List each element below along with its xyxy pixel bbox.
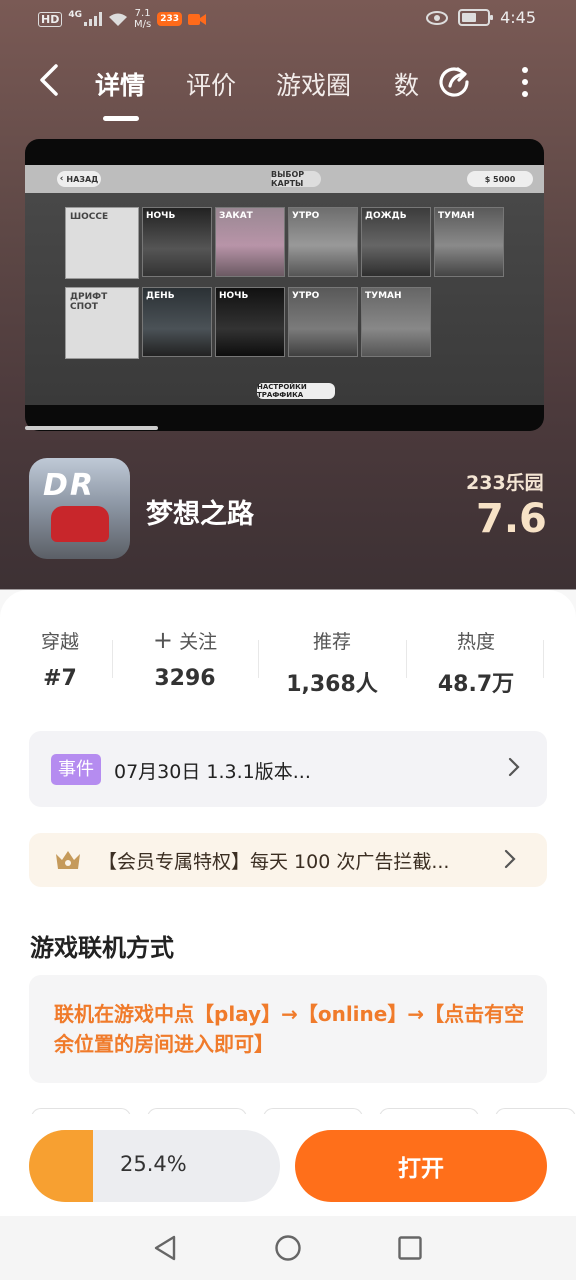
wifi-icon xyxy=(109,13,127,26)
tab-reviews[interactable]: 评价 xyxy=(186,66,236,102)
hd-badge: HD xyxy=(38,11,63,27)
system-navigation-bar xyxy=(0,1216,576,1280)
app-score: 7.6 xyxy=(476,496,547,542)
status-bar: HD 4G 7.1 M/s 233 4:45 xyxy=(0,0,576,40)
online-instructions: 联机在游戏中点【play】→【online】→【点击有空余位置的房间进入即可】 xyxy=(54,1002,525,1056)
screenshot-money: $ 5000 xyxy=(467,171,533,187)
status-left: HD 4G 7.1 M/s 233 xyxy=(38,8,207,30)
stat-label: 推荐 xyxy=(312,631,351,653)
chevron-right-icon xyxy=(507,756,521,784)
back-button[interactable] xyxy=(34,62,74,102)
dot-icon xyxy=(522,91,528,97)
tab-data[interactable]: 数 xyxy=(394,66,419,102)
network-speed: 7.1 M/s xyxy=(134,8,151,30)
screenshot-thumb: ЗАКАТ xyxy=(215,207,285,277)
stat-value: 48.7万 xyxy=(437,672,515,697)
tab-game-circle[interactable]: 游戏圈 xyxy=(276,66,351,102)
stat-label-follow: + 关注 xyxy=(115,627,255,654)
home-circle-icon[interactable] xyxy=(274,1234,302,1262)
stat-recommend: 推荐 1,368人 xyxy=(262,627,402,698)
stat-divider xyxy=(112,640,113,678)
plus-icon: + xyxy=(152,626,174,654)
event-text: 07月30日 1.3.1版本... xyxy=(114,761,311,783)
online-section-title: 游戏联机方式 xyxy=(30,934,174,962)
active-tab-indicator xyxy=(103,116,139,121)
stat-divider xyxy=(258,640,259,678)
carousel-progress xyxy=(25,426,158,430)
event-tag: 事件 xyxy=(51,754,101,785)
open-button[interactable]: 打开 xyxy=(295,1130,547,1202)
recents-square-icon[interactable] xyxy=(397,1235,423,1261)
more-options-button[interactable] xyxy=(515,64,535,100)
share-icon xyxy=(439,67,469,97)
screenshot-thumb: УТРО xyxy=(288,207,358,277)
screenshot-thumb: ДОЖДЬ xyxy=(361,207,431,277)
screenshot-back-label: НАЗАД xyxy=(66,174,99,184)
stat-heat: 热度 48.7万 xyxy=(406,627,546,698)
share-button[interactable] xyxy=(434,62,474,102)
speed-value: 7.1 xyxy=(134,8,151,19)
clock: 4:45 xyxy=(500,8,536,27)
screenshot-row-label: ШОССЕ xyxy=(65,207,139,279)
crown-icon xyxy=(54,848,82,872)
app-notification-badge: 233 xyxy=(157,12,183,26)
stat-traverse: 穿越 #7 xyxy=(0,627,130,691)
screenshot-thumb: ДЕНЬ xyxy=(142,287,212,357)
screenshot-thumb: НОЧЬ xyxy=(142,207,212,277)
speed-unit: M/s xyxy=(134,19,152,30)
screenshot-traffic-button: НАСТРОЙКИ ТРАФФИКА xyxy=(257,383,335,399)
download-progress-fill xyxy=(29,1130,93,1202)
screenshot-thumb: ТУМАН xyxy=(361,287,431,357)
stat-follow[interactable]: + 关注 3296 xyxy=(115,627,255,691)
screenshot-back: ‹ НАЗАД xyxy=(57,171,101,187)
signal-icon xyxy=(84,12,102,26)
stat-label: 穿越 xyxy=(40,631,79,653)
stat-divider xyxy=(543,640,544,678)
screenshot-thumb: НОЧЬ xyxy=(215,287,285,357)
vip-text: 【会员专属特权】每天 100 次广告拦截... xyxy=(98,851,450,873)
screenshot-thumb: ТУМАН xyxy=(434,207,504,277)
platform-label: 233乐园 xyxy=(466,472,544,494)
app-icon: DR xyxy=(29,458,130,559)
stat-value: 3296 xyxy=(154,666,216,691)
tab-details[interactable]: 详情 xyxy=(95,66,145,102)
car-icon xyxy=(51,506,109,542)
app-icon-logo: DR xyxy=(43,468,96,503)
stat-value: 1,368人 xyxy=(286,672,378,697)
battery-icon xyxy=(458,9,494,26)
chevron-left-icon xyxy=(40,64,58,96)
screenshot-row-drift: ДРИФТ СПОТ ДЕНЬ НОЧЬ УТРО ТУМАН xyxy=(65,287,431,359)
screenshot-title: ВЫБОР КАРТЫ xyxy=(271,170,321,188)
download-progress-text: 25.4% xyxy=(120,1152,187,1176)
status-right: 4:45 xyxy=(426,8,536,27)
stat-value: #7 xyxy=(43,666,77,691)
screenshot-row-highway: ШОССЕ НОЧЬ ЗАКАТ УТРО ДОЖДЬ ТУМАН xyxy=(65,207,504,279)
chevron-right-icon xyxy=(503,848,517,876)
screenshot-content: ‹ НАЗАД ВЫБОР КАРТЫ $ 5000 ШОССЕ НОЧЬ ЗАК… xyxy=(25,165,544,405)
video-camera-icon xyxy=(188,13,207,25)
network-type: 4G xyxy=(68,10,82,20)
back-triangle-icon[interactable] xyxy=(152,1234,178,1262)
stat-label: 热度 xyxy=(456,631,495,653)
dot-icon xyxy=(522,79,528,85)
stat-label: 关注 xyxy=(179,631,218,653)
app-name: 梦想之路 xyxy=(146,499,254,530)
screenshot-row-label: ДРИФТ СПОТ xyxy=(65,287,139,359)
game-screenshot[interactable]: ‹ НАЗАД ВЫБОР КАРТЫ $ 5000 ШОССЕ НОЧЬ ЗАК… xyxy=(25,139,544,431)
screenshot-thumb: УТРО xyxy=(288,287,358,357)
eye-icon xyxy=(426,10,449,25)
dot-icon xyxy=(522,67,528,73)
